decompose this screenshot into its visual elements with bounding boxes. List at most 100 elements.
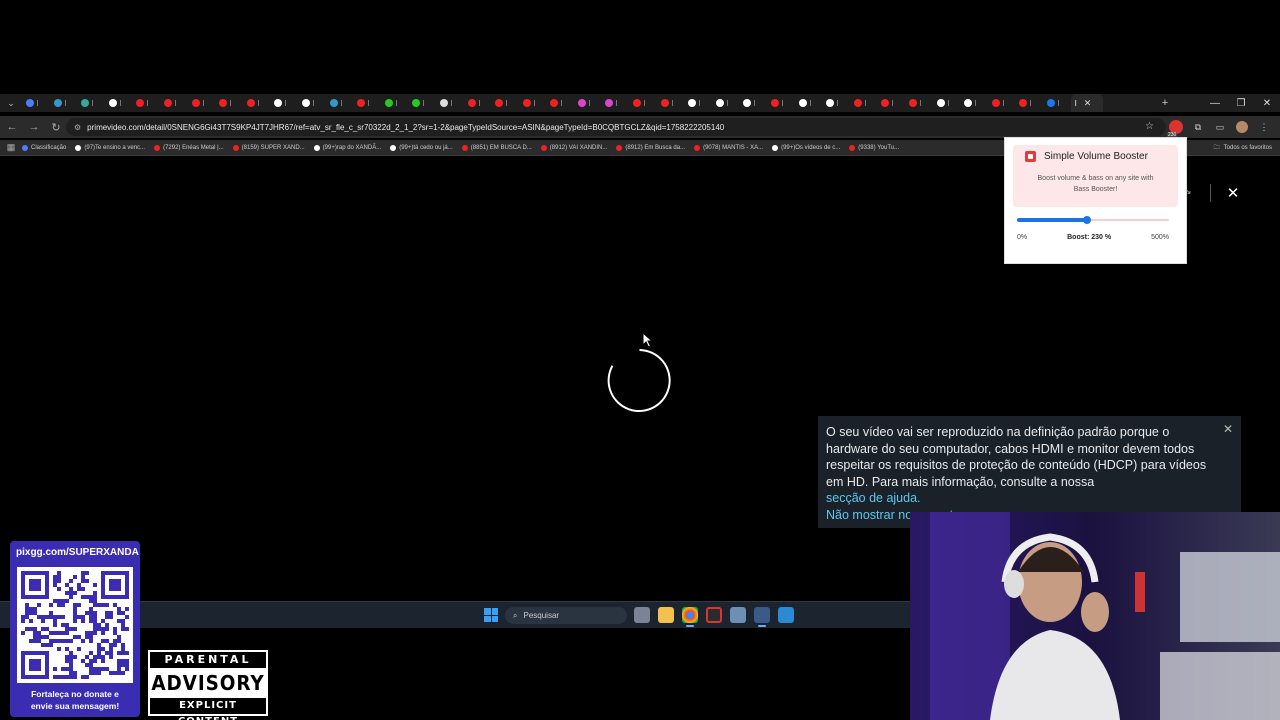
browser-tab[interactable]	[1015, 94, 1043, 112]
file-explorer-icon[interactable]	[658, 607, 674, 623]
browser-tab[interactable]	[877, 94, 905, 112]
pix-message-line2: envie sua mensagem!	[30, 701, 120, 711]
browser-tab[interactable]	[353, 94, 381, 112]
url-text[interactable]: primevideo.com/detail/0SNENG6Gi43T7S9KP4…	[87, 123, 724, 132]
tab-favicon-icon	[964, 99, 973, 107]
address-bar[interactable]: ⚙ primevideo.com/detail/0SNENG6Gi43T7S9K…	[66, 118, 1166, 136]
new-tab-button[interactable]: +	[1152, 94, 1178, 112]
volume-booster-extension-button[interactable]: 230	[1166, 117, 1186, 138]
task-view-icon[interactable]	[634, 607, 650, 623]
browser-tab[interactable]	[657, 94, 685, 112]
tab-separator	[809, 100, 811, 106]
close-window-button[interactable]: ✕	[1254, 94, 1280, 112]
help-section-link[interactable]: secção de ajuda.	[826, 490, 1211, 507]
browser-tab[interactable]	[77, 94, 105, 112]
browser-tab[interactable]	[160, 94, 188, 112]
site-info-icon[interactable]: ⚙	[74, 123, 81, 132]
slider-max-label: 500%	[1151, 234, 1169, 241]
bookmark-item[interactable]: (8851) EM BUSCA D...	[461, 144, 532, 151]
notice-close-icon[interactable]: ✕	[1223, 422, 1233, 436]
browser-tab[interactable]	[822, 94, 850, 112]
browser-tab[interactable]	[270, 94, 298, 112]
tab-favicon-icon	[329, 99, 338, 107]
chrome-icon[interactable]	[682, 607, 698, 627]
all-bookmarks[interactable]: 🗀 Todos os favoritos	[1214, 140, 1272, 156]
browser-tab[interactable]	[243, 94, 271, 112]
tab-separator	[174, 100, 176, 106]
tab-favicon-icon	[301, 99, 310, 107]
extensions-puzzle-icon[interactable]: ⧉	[1188, 117, 1208, 137]
browser-tab[interactable]	[960, 94, 988, 112]
browser-tab[interactable]	[601, 94, 629, 112]
slider-thumb[interactable]	[1082, 216, 1091, 224]
settings-icon[interactable]	[730, 607, 746, 623]
taskbar-search[interactable]: ⌕ Pesquisar	[505, 607, 627, 624]
tab-separator	[368, 100, 370, 106]
steam-icon[interactable]	[754, 607, 770, 627]
boost-slider[interactable]	[1017, 216, 1169, 224]
app-icon[interactable]	[706, 607, 722, 623]
maximize-button[interactable]: ❐	[1228, 94, 1254, 112]
bookmark-favicon-icon	[154, 144, 161, 151]
browser-tab[interactable]	[739, 94, 767, 112]
browser-tab[interactable]	[132, 94, 160, 112]
tab-search-button[interactable]: ⌄	[0, 94, 22, 112]
bookmark-item[interactable]: (8912) Em Busca da...	[616, 144, 685, 151]
browser-tab[interactable]	[105, 94, 133, 112]
forward-button[interactable]: →	[24, 116, 44, 138]
browser-tab[interactable]	[712, 94, 740, 112]
windows-start-icon[interactable]	[484, 608, 498, 622]
browser-tab[interactable]	[50, 94, 78, 112]
app-icon-2[interactable]	[778, 607, 794, 623]
bookmark-item[interactable]: (9078) MANTIS - XA...	[694, 144, 763, 151]
active-tab[interactable]: I ✕	[1070, 94, 1103, 112]
browser-tab[interactable]	[491, 94, 519, 112]
browser-tab[interactable]	[188, 94, 216, 112]
tab-favicon-icon	[412, 99, 421, 107]
bookmark-star-icon[interactable]: ☆	[1145, 121, 1154, 132]
menu-kebab-icon[interactable]: ⋮	[1254, 117, 1274, 137]
active-tab-label: I	[1074, 98, 1077, 108]
browser-tab[interactable]	[381, 94, 409, 112]
minimize-button[interactable]: —	[1202, 94, 1228, 112]
bookmark-item[interactable]: (99+)tá cedo ou já...	[390, 144, 453, 151]
bookmark-item[interactable]: (99+)rap do XANDÃ...	[313, 144, 381, 151]
back-button[interactable]: ←	[2, 116, 22, 138]
browser-tab[interactable]	[988, 94, 1016, 112]
browser-tab[interactable]	[684, 94, 712, 112]
reload-button[interactable]: ↻	[46, 116, 66, 138]
browser-tab[interactable]	[326, 94, 354, 112]
bookmark-item[interactable]: Classificação	[22, 144, 66, 151]
browser-tab[interactable]	[519, 94, 547, 112]
bookmark-item[interactable]: (97)Te ensino a venc...	[75, 144, 145, 151]
browser-tab[interactable]	[215, 94, 243, 112]
apps-grid-icon[interactable]: ▦	[0, 142, 22, 153]
browser-tab[interactable]	[574, 94, 602, 112]
browser-tab[interactable]	[22, 94, 50, 112]
bookmark-item[interactable]: (99+)Os vídeos de c...	[772, 144, 840, 151]
tab-separator	[588, 100, 590, 106]
bookmark-item[interactable]: (8159) SUPER XAND...	[232, 144, 305, 151]
booster-header: Simple Volume Booster Boost volume & bas…	[1013, 145, 1178, 207]
browser-tab[interactable]	[408, 94, 436, 112]
browser-tab[interactable]	[905, 94, 933, 112]
tab-separator	[506, 100, 508, 106]
bookmark-item[interactable]: (9338) YouTu...	[849, 144, 899, 151]
browser-tab[interactable]	[436, 94, 464, 112]
browser-tab[interactable]	[629, 94, 657, 112]
player-close-button[interactable]: ✕	[1224, 184, 1242, 202]
bookmark-item[interactable]: (7292) Enéas Metal |...	[154, 144, 224, 151]
browser-tab[interactable]	[933, 94, 961, 112]
browser-tab[interactable]	[1043, 94, 1071, 112]
browser-tab[interactable]	[767, 94, 795, 112]
tab-favicon-icon	[274, 99, 283, 107]
profile-avatar[interactable]	[1232, 117, 1252, 137]
browser-tab[interactable]	[464, 94, 492, 112]
browser-tab[interactable]	[298, 94, 326, 112]
browser-tab[interactable]	[850, 94, 878, 112]
bookmark-item[interactable]: (8912) VAI XANDIN...	[540, 144, 607, 151]
browser-tab[interactable]	[546, 94, 574, 112]
close-tab-icon[interactable]: ✕	[1084, 98, 1092, 109]
sidebar-icon[interactable]: ▭	[1210, 117, 1230, 137]
browser-tab[interactable]	[795, 94, 823, 112]
